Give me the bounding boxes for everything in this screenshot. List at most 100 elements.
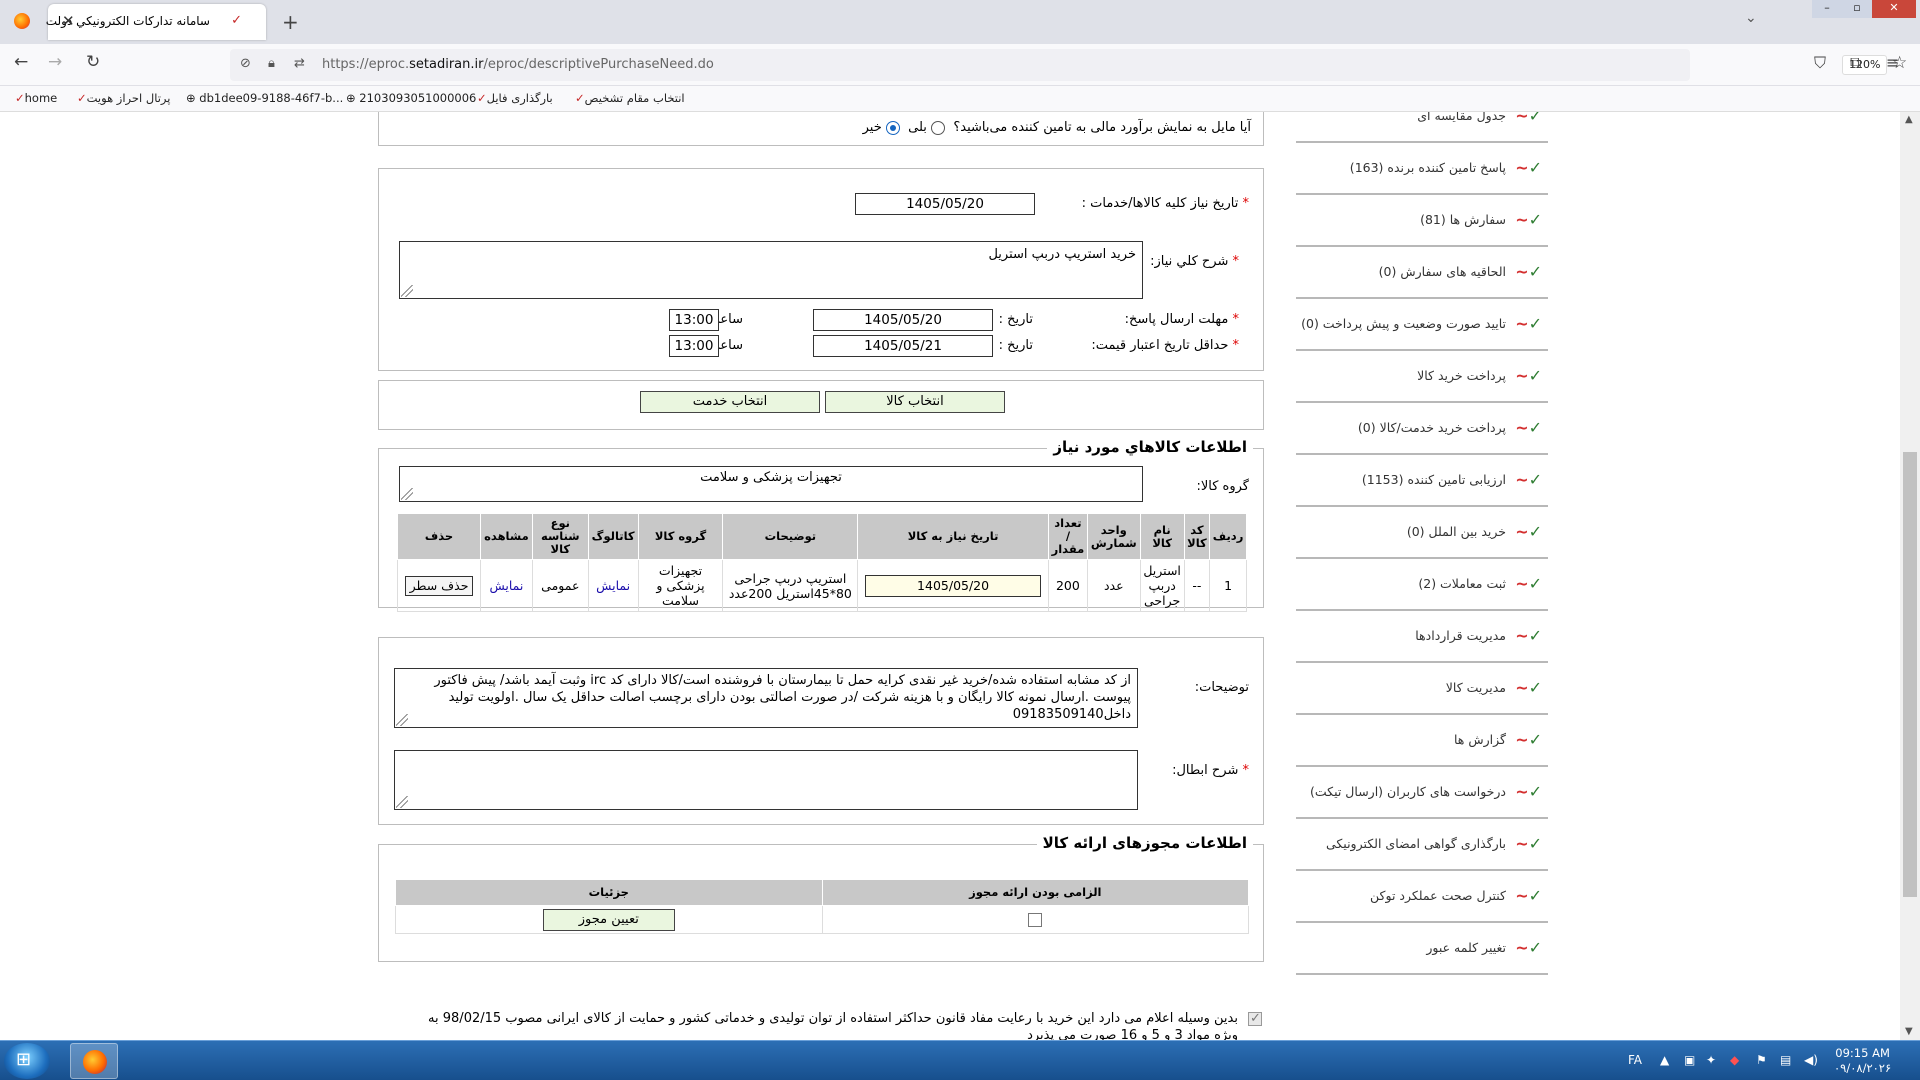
- sidebar-item-change-password[interactable]: ✓~ تغيير کلمه عبور: [1296, 924, 1548, 975]
- validity-time-input[interactable]: 13:00: [669, 335, 719, 357]
- select-goods-button[interactable]: انتخاب كالا: [825, 391, 1005, 413]
- hamburger-menu-icon[interactable]: ≡: [1886, 53, 1899, 72]
- sidebar-item-status-approval[interactable]: ✓~ تاييد صورت وضعيت و پيش پرداخت (0): [1296, 300, 1548, 351]
- new-tab-icon[interactable]: +: [282, 10, 299, 34]
- tab-list-chevron-icon[interactable]: ⌄: [1745, 10, 1757, 26]
- col-header: تاريخ نياز به كالا: [857, 513, 1049, 560]
- setad-logo-icon: ✓~: [1515, 730, 1542, 749]
- bookmark-identity-portal[interactable]: پرتال احراز هویت✓: [74, 91, 170, 105]
- validity-date-input[interactable]: 1405/05/21: [813, 335, 993, 357]
- firefox-icon: [83, 1050, 107, 1074]
- window-minimize-button[interactable]: –: [1812, 0, 1842, 18]
- forward-icon[interactable]: →: [48, 52, 62, 72]
- estimate-no-label: خیر: [862, 120, 882, 135]
- language-indicator[interactable]: FA: [1628, 1053, 1642, 1067]
- window-maximize-button[interactable]: ▫: [1842, 0, 1872, 18]
- sidebar-item-international-purchase[interactable]: ✓~ خريد بين الملل (0): [1296, 508, 1548, 559]
- permissions-icon[interactable]: ⇄: [294, 56, 305, 71]
- sidebar-item-upload-certificate[interactable]: ✓~ بارگذاری گواهی امضای الکترونیکی: [1296, 820, 1548, 871]
- bookmark-upload-file[interactable]: بارگذاری فایل✓: [474, 91, 553, 105]
- resize-grip-icon[interactable]: [401, 488, 413, 500]
- scroll-up-icon[interactable]: ▲: [1905, 114, 1913, 125]
- volume-icon[interactable]: ◀): [1804, 1053, 1818, 1067]
- select-service-button[interactable]: انتخاب خدمت: [640, 391, 820, 413]
- sidebar-item-reports[interactable]: ✓~ گزارش ها: [1296, 716, 1548, 767]
- bookmark-guid[interactable]: ⊕ db1dee09-9188-46f7-b...: [186, 91, 343, 105]
- back-icon[interactable]: ←: [14, 52, 28, 72]
- clock-time: 09:15 AM: [1835, 1046, 1890, 1060]
- price-validity-label: * حداقل تاريخ اعتبار قيمت:: [1091, 338, 1239, 353]
- need-date-label: * تاريخ نياز كليه كالاها/خدمات :: [1081, 196, 1249, 211]
- row-unit: عدد: [1086, 559, 1141, 612]
- window-close-button[interactable]: ✕: [1872, 0, 1916, 18]
- tab-close-icon[interactable]: ✕: [62, 12, 75, 30]
- permit-required-checkbox[interactable]: [1028, 913, 1043, 928]
- assign-permit-button[interactable]: تعيين مجوز: [542, 908, 675, 931]
- taskbar-firefox-button[interactable]: [70, 1043, 118, 1079]
- sidebar-item-order-addenda[interactable]: ✓~ الحاقيه های سفارش (0): [1296, 248, 1548, 299]
- tray-app-icon[interactable]: ◆: [1730, 1053, 1739, 1067]
- delete-row-button[interactable]: حذف سطر: [404, 575, 474, 596]
- sidebar-item-token-check[interactable]: ✓~ کنترل صحت عملکرد توکن: [1296, 872, 1548, 923]
- network-icon[interactable]: ▤: [1780, 1053, 1791, 1067]
- scroll-down-icon[interactable]: ▼: [1905, 1026, 1913, 1037]
- sidebar-item-goods-management[interactable]: ✓~ مديريت کالا: [1296, 664, 1548, 715]
- sidebar-item-orders[interactable]: ✓~ سفارش ها (81): [1296, 196, 1548, 247]
- resize-grip-icon[interactable]: [401, 285, 413, 297]
- bookmark-select-authority[interactable]: انتخاب مقام تشخيص✓: [572, 91, 685, 105]
- sidebar-item-winner-response[interactable]: ✓~ پاسخ تامين کننده برنده (163): [1296, 144, 1548, 195]
- scrollbar-thumb[interactable]: [1903, 452, 1917, 897]
- reply-time-input[interactable]: 13:00: [669, 309, 719, 331]
- sidebar-item-register-transactions[interactable]: ✓~ ثبت معاملات (2): [1296, 560, 1548, 611]
- sidebar-item-goods-payment[interactable]: ✓~ پرداخت خريد کالا: [1296, 352, 1548, 403]
- navigation-bar: ← → ↻ ⊘ 🔒︎ ⇄ https://eproc.setadiran.ir/…: [0, 44, 1920, 86]
- setad-logo-icon: ✓~: [1515, 522, 1542, 541]
- general-desc-textarea[interactable]: خرید استریپ دربپ استریل: [399, 241, 1143, 299]
- row-code: --: [1183, 559, 1211, 612]
- tracking-protection-icon[interactable]: ⊘: [240, 56, 251, 71]
- tab-strip: سامانه تداركات الكترونيكي دولت ✓ ✕ + ⌄ –…: [0, 0, 1920, 44]
- lock-icon[interactable]: 🔒︎: [268, 56, 275, 71]
- sidebar-item-service-payment[interactable]: ✓~ پرداخت خريد خدمت/کالا (0): [1296, 404, 1548, 455]
- estimate-yes-radio[interactable]: [931, 120, 946, 135]
- declaration-checkbox[interactable]: [1248, 1010, 1262, 1027]
- setad-bookmark-icon: ✓: [15, 91, 25, 105]
- cancel-desc-textarea[interactable]: [394, 750, 1138, 810]
- goods-group-field[interactable]: تجهیزات پزشکی و سلامت: [399, 466, 1143, 502]
- reload-icon[interactable]: ↻: [86, 52, 100, 72]
- url-text[interactable]: https://eproc.setadiran.ir/eproc/descrip…: [322, 57, 714, 72]
- browser-tab[interactable]: سامانه تداركات الكترونيكي دولت ✓ ✕: [46, 4, 266, 40]
- pocket-icon[interactable]: ⛉: [1814, 53, 1826, 73]
- col-header: گروه كالا: [637, 513, 724, 560]
- action-center-flag-icon[interactable]: ⚑: [1756, 1053, 1767, 1067]
- sidebar-item-comparison-table[interactable]: ✓~ جدول مقايسه ای: [1296, 112, 1548, 143]
- bookmark-home[interactable]: home✓: [12, 91, 57, 105]
- taskbar-clock[interactable]: 09:15 AM ۰۹/۰۸/۲۰۲۶: [1834, 1046, 1891, 1076]
- resize-grip-icon[interactable]: [396, 714, 408, 726]
- zoom-level[interactable]: 120%: [1842, 55, 1888, 75]
- address-bar[interactable]: ⊘ 🔒︎ ⇄ https://eproc.setadiran.ir/eproc/…: [230, 49, 1907, 81]
- start-button[interactable]: ⊞: [4, 1043, 50, 1079]
- extensions-icon[interactable]: ⧉: [1850, 53, 1861, 73]
- estimate-no-radio[interactable]: [885, 120, 900, 135]
- resize-grip-icon[interactable]: [396, 796, 408, 808]
- description-textarea[interactable]: از کد مشابه استفاده شده/خرید غیر نقدی کر…: [394, 668, 1138, 728]
- tray-app-icon[interactable]: ✦: [1706, 1053, 1716, 1067]
- col-header: تعداد / مقدار: [1047, 513, 1088, 560]
- sidebar-item-supplier-evaluation[interactable]: ✓~ ارزيابی تامين کننده (1153): [1296, 456, 1548, 507]
- tray-app-icon[interactable]: ▣: [1684, 1053, 1695, 1067]
- show-hidden-icons-icon[interactable]: ▲: [1660, 1053, 1669, 1067]
- sidebar-item-user-requests[interactable]: ✓~ درخواست های کاربران (ارسال تیکت): [1296, 768, 1548, 819]
- estimate-section: آیا مایل به نمایش برآورد مالی به تامین ک…: [378, 112, 1264, 146]
- sidebar-item-contracts[interactable]: ✓~ مديريت قراردادها: [1296, 612, 1548, 663]
- firefox-menu-icon[interactable]: [14, 13, 30, 29]
- need-date-input[interactable]: 1405/05/20: [855, 193, 1035, 215]
- vertical-scrollbar[interactable]: ▲ ▼: [1900, 112, 1920, 1040]
- view-link[interactable]: نمايش: [489, 578, 523, 593]
- bookmark-number[interactable]: ⊕ 2103093051000006: [346, 91, 476, 105]
- row-name: استریل دربپ جراحی: [1139, 559, 1185, 612]
- catalog-link[interactable]: نمايش: [596, 578, 630, 593]
- goods-legend: اطلاعات كالاهاي مورد نياز: [1047, 438, 1253, 456]
- row-date-input[interactable]: 1405/05/20: [865, 574, 1042, 597]
- reply-date-input[interactable]: 1405/05/20: [813, 309, 993, 331]
